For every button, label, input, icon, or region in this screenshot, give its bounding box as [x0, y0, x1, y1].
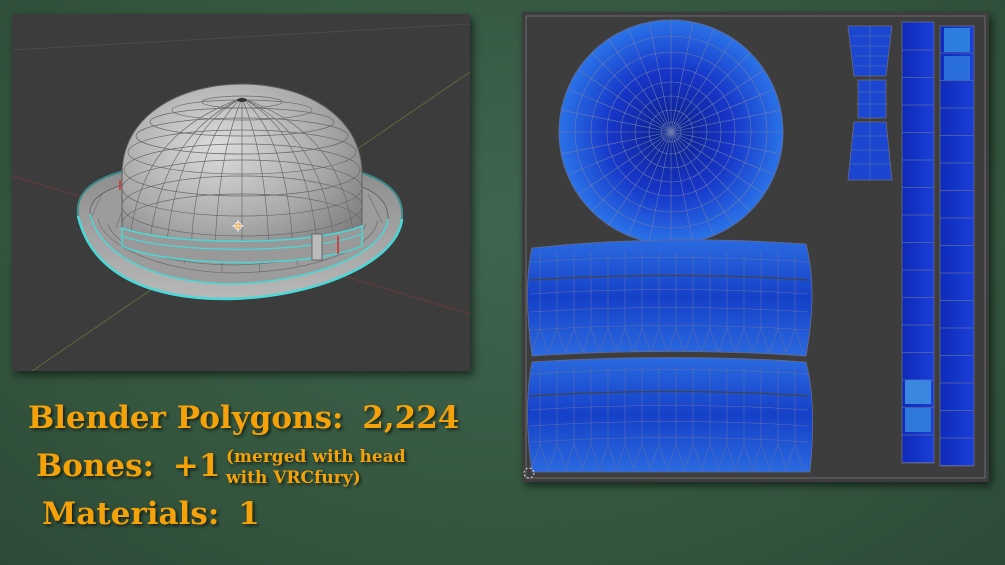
polygons-stat: Blender Polygons: 2,224 — [28, 400, 459, 436]
bones-note-line1: (merged with head — [226, 447, 406, 467]
materials-value: 1 — [238, 496, 260, 532]
uv-island-dome — [558, 19, 784, 245]
bones-value: +1 — [172, 448, 221, 484]
uv-island-band-strips — [901, 21, 975, 467]
bones-label: Bones: — [36, 448, 155, 484]
uv-layout — [523, 15, 986, 479]
hat-dome — [119, 83, 363, 264]
polygons-value: 2,224 — [362, 400, 460, 436]
bones-stat: Bones: +1 — [36, 448, 220, 484]
materials-stat: Materials: 1 — [42, 496, 260, 532]
uv-island-walls — [527, 239, 813, 473]
materials-label: Materials: — [42, 496, 220, 532]
bones-note-line2: with VRCfury) — [226, 468, 361, 488]
bones-note: (merged with head with VRCfury) — [226, 447, 406, 489]
uv-island-side — [847, 25, 893, 181]
hat-mesh-render — [12, 23, 470, 371]
3d-viewport[interactable] — [12, 14, 470, 371]
uv-editor[interactable] — [522, 12, 989, 482]
polygons-label: Blender Polygons: — [28, 400, 344, 436]
